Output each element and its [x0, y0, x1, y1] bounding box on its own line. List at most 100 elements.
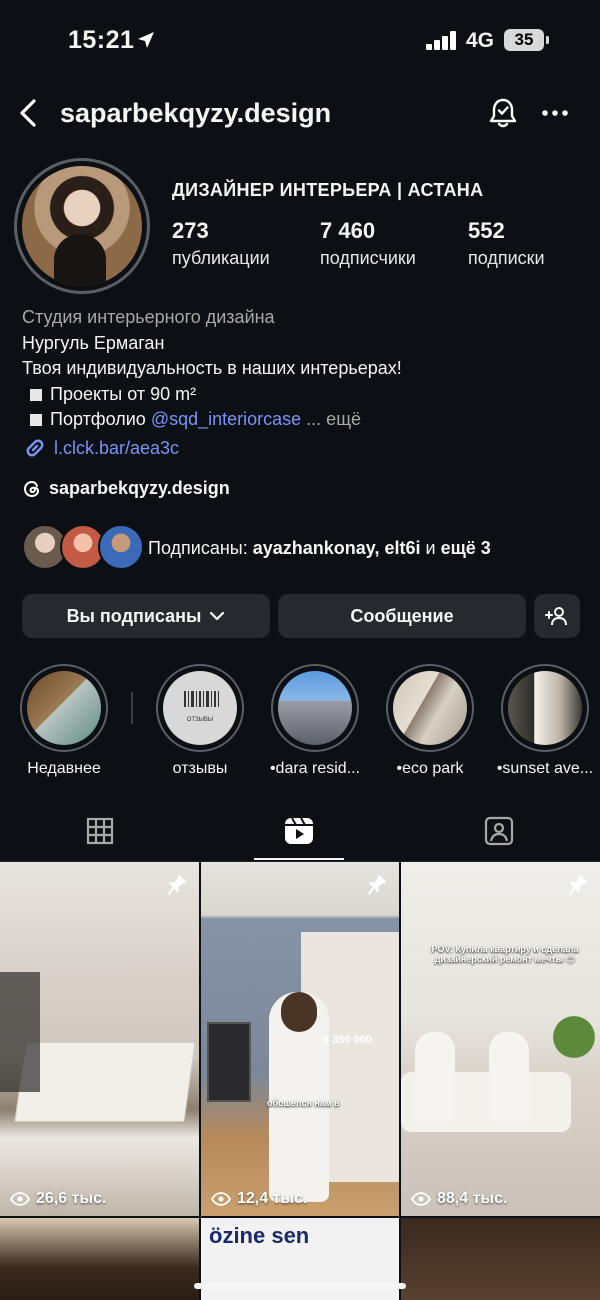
eye-icon	[411, 1192, 431, 1206]
highlight-label: •sunset ave...	[496, 760, 594, 777]
profile-header: saparbekqyzy.design	[0, 88, 600, 138]
bio-name: Нургуль Ермаган	[22, 332, 165, 353]
grid-tab-icon[interactable]	[83, 814, 117, 848]
followed-by-names: ayazhankonay, elt6i	[252, 538, 421, 558]
home-indicator[interactable]	[194, 1283, 406, 1289]
plant-shape	[549, 992, 599, 1082]
highlight-image	[27, 671, 101, 745]
pin-icon	[569, 875, 587, 895]
profile-bio: Студия интерьерного дизайна Нургуль Ерма…	[22, 305, 402, 433]
glass-door-shape	[0, 972, 40, 1092]
person-head-shape	[281, 992, 317, 1032]
barcode-icon	[184, 691, 219, 707]
highlight-ring	[501, 664, 589, 752]
message-button-label: Сообщение	[350, 605, 454, 626]
highlight-reviews[interactable]: ОТЗЫВЫ отзывы	[155, 664, 245, 778]
profile-actions: Вы подписаны Сообщение	[22, 594, 592, 638]
eye-icon	[211, 1192, 231, 1206]
eye-icon	[10, 1192, 30, 1206]
highlight-label: Недавнее	[27, 760, 101, 777]
tagged-tab-icon[interactable]	[482, 814, 516, 848]
highlight-label: отзывы	[172, 760, 228, 777]
caption-overlay: обошелся нам в	[267, 1098, 340, 1108]
location-arrow-icon	[138, 32, 154, 48]
reel-item[interactable]	[0, 1218, 199, 1300]
profile-category: ДИЗАЙНЕР ИНТЕРЬЕРА | АСТАНА	[172, 180, 484, 200]
followed-by-text: Подписаны: ayazhankonay, elt6i и ещё 3	[148, 538, 491, 559]
profile-tabs	[0, 800, 600, 862]
pov-overlay: POV: Купила квартиру и сделала дизайнерс…	[431, 944, 579, 964]
view-count: 88,4 тыс.	[411, 1190, 507, 1208]
reel-item[interactable]: $ 350 000 обошелся нам в 12,4 тыс.	[201, 862, 399, 1216]
highlight-eco-park[interactable]: •eco park	[385, 664, 475, 778]
follower-avatar	[98, 524, 144, 570]
bio-mention-link[interactable]: @sqd_interiorcase	[151, 409, 301, 429]
pin-icon	[368, 875, 386, 895]
stat-followers-label: подписчики	[320, 248, 416, 268]
highlights-divider	[131, 692, 133, 724]
person-shape	[415, 1032, 455, 1122]
highlight-ring	[20, 664, 108, 752]
add-user-button[interactable]	[534, 594, 580, 638]
highlight-dara[interactable]: •dara resid...	[270, 664, 360, 778]
status-time: 15:21	[68, 26, 135, 54]
bio-more-button[interactable]: ... ещё	[301, 409, 361, 429]
highlight-recent[interactable]: Недавнее	[19, 664, 109, 778]
view-count: 26,6 тыс.	[10, 1190, 106, 1208]
bio-line-portfolio-text: Портфолио	[50, 409, 151, 429]
stat-followers[interactable]: 7 460 подписчики	[320, 218, 416, 269]
threads-username: saparbekqyzy.design	[49, 478, 230, 498]
stat-posts-value: 273	[172, 218, 209, 243]
bio-tagline: Твоя индивидуальность в наших интерьерах…	[22, 358, 402, 378]
chevron-down-icon	[210, 611, 225, 621]
highlight-image: ОТЗЫВЫ	[163, 671, 237, 745]
profile-avatar-ring[interactable]	[14, 158, 150, 294]
profile-link[interactable]: l.clck.bar/aea3c	[22, 435, 179, 461]
view-count: 12,4 тыс.	[211, 1190, 307, 1208]
bio-line-portfolio: Портфолио @sqd_interiorcase ... ещё	[22, 407, 402, 433]
highlight-ring: ОТЗЫВЫ	[156, 664, 244, 752]
person-shape	[489, 1032, 529, 1122]
bio-line-projects: Проекты от 90 m²	[22, 382, 402, 408]
reel-item[interactable]: 88,4 тыс.	[401, 862, 600, 1216]
threads-badge[interactable]: saparbekqyzy.design	[22, 478, 230, 499]
oven-shape	[207, 1022, 251, 1102]
highlight-sunset[interactable]: •sunset ave...	[497, 664, 593, 778]
stat-posts[interactable]: 273 публикации	[172, 218, 270, 269]
network-type: 4G	[466, 29, 495, 52]
message-button[interactable]: Сообщение	[278, 594, 526, 638]
status-bar: 15:21 4G 35	[0, 0, 600, 80]
more-options-icon[interactable]	[540, 106, 570, 120]
view-count-text: 88,4 тыс.	[437, 1190, 508, 1207]
add-user-icon	[545, 607, 567, 626]
pin-icon	[168, 875, 186, 895]
reel-item[interactable]: 26,6 тыс.	[0, 862, 199, 1216]
following-button[interactable]: Вы подписаны	[22, 594, 270, 638]
stat-following[interactable]: 552 подписки	[468, 218, 545, 269]
stat-posts-label: публикации	[172, 248, 270, 268]
battery-tip	[546, 36, 549, 44]
highlight-ring	[271, 664, 359, 752]
followed-by[interactable]: Подписаны: ayazhankonay, elt6i и ещё 3	[22, 524, 582, 572]
highlight-image	[393, 671, 467, 745]
sign-text: özine sen	[209, 1223, 310, 1248]
highlight-image	[508, 671, 582, 745]
price-overlay: $ 350 000	[323, 1034, 372, 1046]
view-count-text: 26,6 тыс.	[36, 1190, 107, 1207]
highlight-label: •eco park	[396, 760, 464, 777]
bio-line-projects-text: Проекты от 90 m²	[50, 383, 197, 404]
following-button-label: Вы подписаны	[66, 605, 202, 626]
reels-tab-icon[interactable]	[282, 814, 316, 848]
square-bullet-icon	[30, 414, 42, 426]
reels-grid: 26,6 тыс. $ 350 000 обошелся нам в 12,4 …	[0, 862, 600, 1300]
header-username: saparbekqyzy.design	[60, 98, 332, 128]
followed-by-prefix: Подписаны:	[148, 538, 253, 558]
highlight-image	[278, 671, 352, 745]
stat-following-label: подписки	[468, 248, 545, 268]
stat-following-value: 552	[468, 218, 505, 243]
battery-icon: 35	[504, 29, 544, 51]
back-icon[interactable]	[16, 98, 40, 128]
link-icon	[26, 439, 44, 457]
notification-bell-icon[interactable]	[486, 96, 520, 130]
reel-item[interactable]	[401, 1218, 600, 1300]
